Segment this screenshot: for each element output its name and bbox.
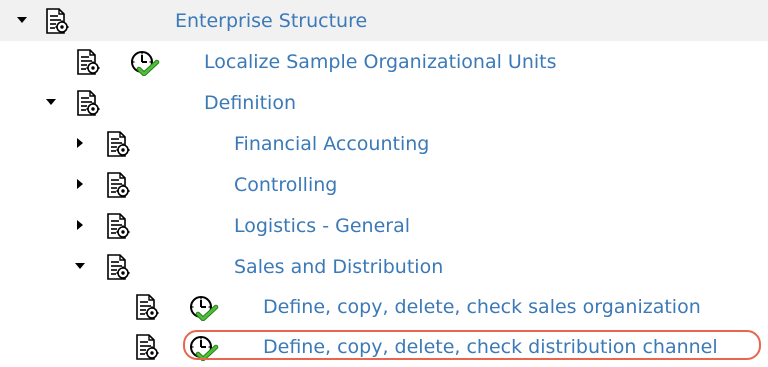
collapse-triangle-icon[interactable]	[14, 12, 30, 28]
expand-triangle-icon[interactable]	[72, 176, 88, 192]
tree-node-sales-organization[interactable]: Define, copy, delete, check sales organi…	[0, 286, 768, 327]
expand-triangle-icon[interactable]	[72, 135, 88, 151]
tree-node-label[interactable]: Financial Accounting	[234, 132, 429, 156]
document-gear-icon	[105, 253, 131, 281]
tree-node-distribution-channel[interactable]: Define, copy, delete, check distribution…	[0, 326, 768, 367]
collapse-triangle-icon[interactable]	[72, 258, 88, 274]
tree-node-label[interactable]: Enterprise Structure	[175, 9, 367, 33]
document-gear-icon	[75, 48, 101, 76]
tree-node-definition[interactable]: Definition	[0, 82, 768, 123]
tree-node-label[interactable]: Sales and Distribution	[234, 255, 443, 279]
tree-node-controlling[interactable]: Controlling	[0, 164, 768, 205]
collapse-triangle-icon[interactable]	[43, 94, 59, 110]
tree-node-label[interactable]: Controlling	[234, 173, 337, 197]
clock-check-icon[interactable]	[130, 50, 160, 76]
tree-node-logistics-general[interactable]: Logistics - General	[0, 205, 768, 246]
expand-triangle-icon[interactable]	[72, 217, 88, 233]
tree-node-label[interactable]: Definition	[204, 91, 296, 115]
document-gear-icon	[44, 7, 70, 35]
tree-node-financial-accounting[interactable]: Financial Accounting	[0, 123, 768, 164]
clock-check-icon[interactable]	[189, 295, 219, 321]
document-gear-icon	[105, 171, 131, 199]
document-gear-icon	[75, 89, 101, 117]
tree-node-label[interactable]: Localize Sample Organizational Units	[204, 50, 557, 74]
tree-node-label[interactable]: Logistics - General	[234, 214, 410, 238]
tree-node-label[interactable]: Define, copy, delete, check sales organi…	[263, 295, 701, 319]
tree-node-label[interactable]: Define, copy, delete, check distribution…	[263, 335, 718, 359]
tree-node-sales-and-distribution[interactable]: Sales and Distribution	[0, 246, 768, 287]
tree-node-enterprise-structure[interactable]: Enterprise Structure	[0, 0, 768, 41]
tree-node-localize-sample-org-units[interactable]: Localize Sample Organizational Units	[0, 41, 768, 82]
enterprise-structure-tree: Enterprise Structure Localize Sample Org…	[0, 0, 768, 367]
clock-check-icon[interactable]	[189, 335, 219, 361]
document-gear-icon	[134, 293, 160, 321]
document-gear-icon	[105, 212, 131, 240]
document-gear-icon	[134, 333, 160, 361]
document-gear-icon	[105, 130, 131, 158]
